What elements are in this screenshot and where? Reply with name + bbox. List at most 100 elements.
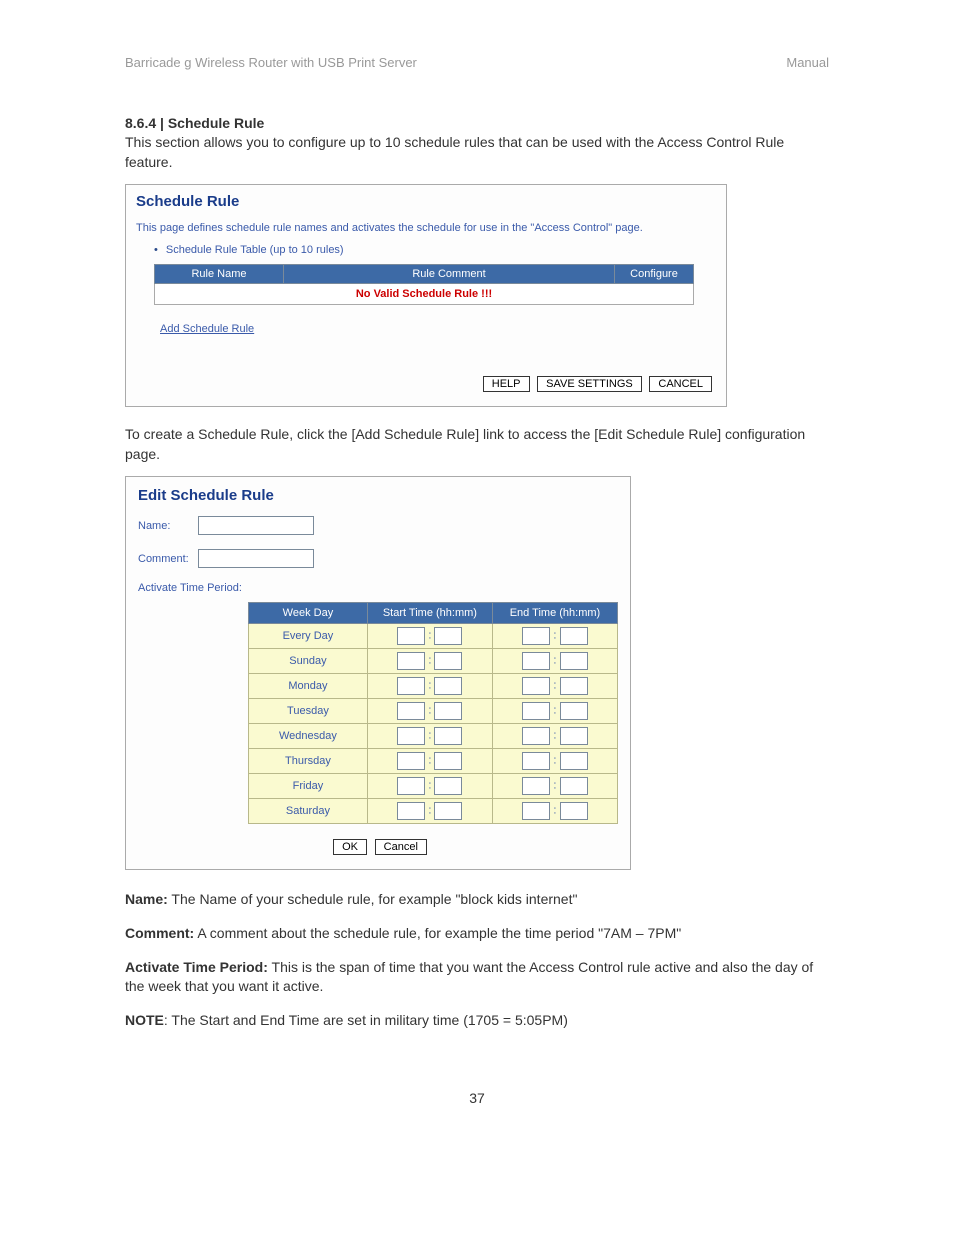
end-min-input[interactable] <box>560 702 588 720</box>
end-hour-input[interactable] <box>522 652 550 670</box>
start-hour-input[interactable] <box>397 777 425 795</box>
rule-table: Rule Name Rule Comment Configure No Vali… <box>154 264 694 305</box>
comment-label: Comment: <box>138 553 198 565</box>
col-configure: Configure <box>615 265 694 284</box>
weekday-cell: Friday <box>249 774 368 799</box>
doc-right: Manual <box>786 55 829 70</box>
panel1-bullet: Schedule Rule Table (up to 10 rules) <box>154 244 716 256</box>
def-atp: Activate Time Period: This is the span o… <box>125 958 829 997</box>
edit-schedule-rule-panel: Edit Schedule Rule Name: Comment: Activa… <box>125 476 631 870</box>
start-min-input[interactable] <box>434 677 462 695</box>
panel2-title: Edit Schedule Rule <box>138 487 618 504</box>
start-hour-input[interactable] <box>397 752 425 770</box>
time-row: Sunday : : <box>249 649 618 674</box>
cancel-button[interactable]: CANCEL <box>649 376 712 392</box>
start-hour-input[interactable] <box>397 677 425 695</box>
time-row: Every Day : : <box>249 624 618 649</box>
start-time-cell: : <box>367 724 492 749</box>
page-number: 37 <box>125 1090 829 1106</box>
start-min-input[interactable] <box>434 627 462 645</box>
weekday-cell: Wednesday <box>249 724 368 749</box>
time-period-table: Week Day Start Time (hh:mm) End Time (hh… <box>248 602 618 824</box>
time-row: Friday : : <box>249 774 618 799</box>
panel1-title: Schedule Rule <box>136 193 716 210</box>
end-time-cell: : <box>492 624 617 649</box>
start-time-cell: : <box>367 699 492 724</box>
def-comment: Comment: A comment about the schedule ru… <box>125 924 829 944</box>
weekday-cell: Sunday <box>249 649 368 674</box>
end-time-cell: : <box>492 674 617 699</box>
start-time-cell: : <box>367 774 492 799</box>
add-schedule-rule-link[interactable]: Add Schedule Rule <box>160 323 254 335</box>
edit-cancel-button[interactable]: Cancel <box>375 839 427 855</box>
end-hour-input[interactable] <box>522 802 550 820</box>
time-row: Monday : : <box>249 674 618 699</box>
start-hour-input[interactable] <box>397 802 425 820</box>
start-time-cell: : <box>367 799 492 824</box>
weekday-cell: Every Day <box>249 624 368 649</box>
weekday-cell: Tuesday <box>249 699 368 724</box>
start-hour-input[interactable] <box>397 652 425 670</box>
end-min-input[interactable] <box>560 727 588 745</box>
weekday-cell: Thursday <box>249 749 368 774</box>
start-time-cell: : <box>367 649 492 674</box>
start-time-cell: : <box>367 624 492 649</box>
start-hour-input[interactable] <box>397 702 425 720</box>
def-name: Name: The Name of your schedule rule, fo… <box>125 890 829 910</box>
end-hour-input[interactable] <box>522 752 550 770</box>
time-row: Saturday : : <box>249 799 618 824</box>
weekday-cell: Saturday <box>249 799 368 824</box>
time-row: Thursday : : <box>249 749 618 774</box>
end-min-input[interactable] <box>560 802 588 820</box>
end-hour-input[interactable] <box>522 677 550 695</box>
no-valid-rule-msg: No Valid Schedule Rule !!! <box>155 284 694 305</box>
end-time-cell: : <box>492 724 617 749</box>
end-min-input[interactable] <box>560 752 588 770</box>
start-hour-input[interactable] <box>397 627 425 645</box>
start-min-input[interactable] <box>434 777 462 795</box>
col-weekday: Week Day <box>249 603 368 624</box>
start-time-cell: : <box>367 674 492 699</box>
col-rule-name: Rule Name <box>155 265 284 284</box>
col-rule-comment: Rule Comment <box>284 265 615 284</box>
ok-button[interactable]: OK <box>333 839 367 855</box>
end-time-cell: : <box>492 774 617 799</box>
end-min-input[interactable] <box>560 777 588 795</box>
mid-text: To create a Schedule Rule, click the [Ad… <box>125 425 829 464</box>
start-min-input[interactable] <box>434 802 462 820</box>
help-button[interactable]: HELP <box>483 376 530 392</box>
end-hour-input[interactable] <box>522 727 550 745</box>
time-row: Wednesday : : <box>249 724 618 749</box>
time-row: Tuesday : : <box>249 699 618 724</box>
comment-input[interactable] <box>198 549 314 568</box>
start-min-input[interactable] <box>434 727 462 745</box>
col-start-time: Start Time (hh:mm) <box>367 603 492 624</box>
section-heading: 8.6.4 | Schedule Rule <box>125 115 829 131</box>
end-time-cell: : <box>492 799 617 824</box>
start-time-cell: : <box>367 749 492 774</box>
end-hour-input[interactable] <box>522 627 550 645</box>
start-min-input[interactable] <box>434 702 462 720</box>
panel1-desc: This page defines schedule rule names an… <box>136 222 716 234</box>
atp-label: Activate Time Period: <box>138 582 618 594</box>
start-min-input[interactable] <box>434 652 462 670</box>
end-time-cell: : <box>492 699 617 724</box>
end-time-cell: : <box>492 649 617 674</box>
end-time-cell: : <box>492 749 617 774</box>
def-note: NOTE: The Start and End Time are set in … <box>125 1011 829 1031</box>
col-end-time: End Time (hh:mm) <box>492 603 617 624</box>
schedule-rule-panel: Schedule Rule This page defines schedule… <box>125 184 727 407</box>
save-settings-button[interactable]: SAVE SETTINGS <box>537 376 642 392</box>
start-min-input[interactable] <box>434 752 462 770</box>
end-min-input[interactable] <box>560 627 588 645</box>
end-min-input[interactable] <box>560 652 588 670</box>
end-hour-input[interactable] <box>522 777 550 795</box>
name-label: Name: <box>138 520 198 532</box>
start-hour-input[interactable] <box>397 727 425 745</box>
weekday-cell: Monday <box>249 674 368 699</box>
end-min-input[interactable] <box>560 677 588 695</box>
name-input[interactable] <box>198 516 314 535</box>
doc-title: Barricade g Wireless Router with USB Pri… <box>125 55 417 70</box>
section-intro: This section allows you to configure up … <box>125 133 829 172</box>
end-hour-input[interactable] <box>522 702 550 720</box>
